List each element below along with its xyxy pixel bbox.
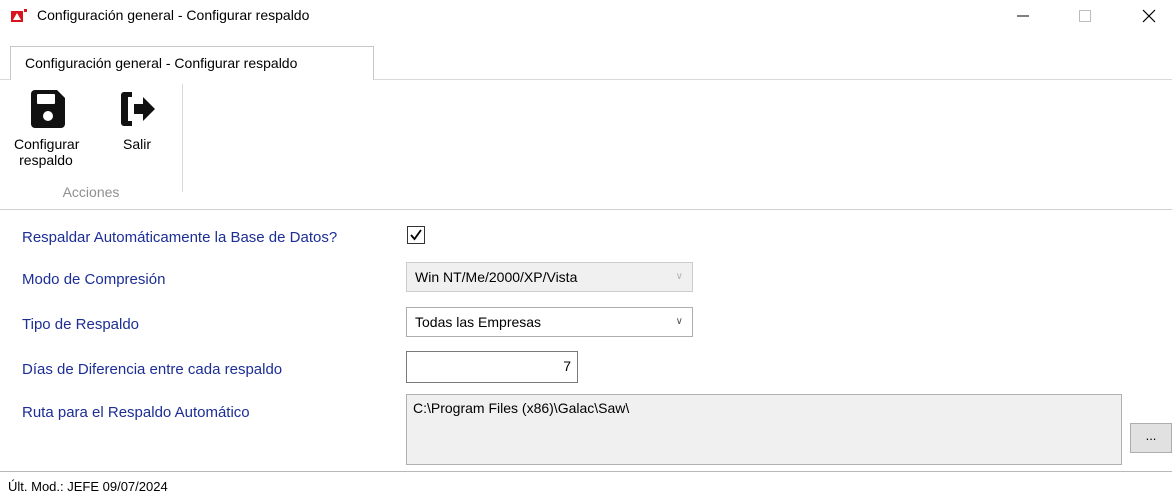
chevron-down-icon: ∨	[675, 316, 683, 327]
exit-label: Salir	[122, 136, 151, 152]
path-label: Ruta para el Respaldo Automático	[22, 404, 250, 421]
title-bar: Configuración general - Configurar respa…	[0, 0, 1172, 32]
maximize-button[interactable]	[1062, 0, 1108, 32]
ribbon: Configurar respaldo Salir Acciones	[0, 80, 1172, 210]
exit-button[interactable]: Salir	[112, 88, 162, 152]
auto-backup-checkbox[interactable]	[407, 226, 425, 244]
backup-type-select[interactable]: Todas las Empresas ∨	[406, 307, 693, 337]
maximize-icon	[1079, 10, 1091, 22]
compression-label: Modo de Compresión	[22, 271, 166, 288]
backup-type-label: Tipo de Respaldo	[22, 316, 140, 333]
close-button[interactable]	[1126, 0, 1172, 32]
configure-backup-label-1: Configurar	[14, 136, 80, 152]
backup-type-value: Todas las Empresas	[415, 314, 542, 330]
configure-backup-label-2: respaldo	[19, 152, 73, 168]
ribbon-divider	[0, 209, 1172, 210]
checkmark-icon	[410, 229, 422, 241]
close-icon	[1142, 9, 1156, 23]
minimize-button[interactable]	[1000, 0, 1046, 32]
floppy-disk-icon	[31, 90, 65, 128]
tab-configurar-respaldo[interactable]: Configuración general - Configurar respa…	[10, 46, 374, 80]
status-bar-divider	[0, 471, 1172, 472]
auto-backup-label: Respaldar Automáticamente la Base de Dat…	[22, 229, 338, 246]
window-title: Configuración general - Configurar respa…	[37, 7, 310, 23]
days-value: 7	[563, 358, 571, 374]
app-logo-icon	[11, 9, 27, 23]
minimize-icon	[1017, 15, 1029, 17]
days-input[interactable]: 7	[406, 351, 578, 383]
backup-path-field[interactable]: C:\Program Files (x86)\Galac\Saw\	[406, 394, 1122, 465]
sign-out-icon	[121, 92, 155, 126]
ribbon-group-label: Acciones	[62, 184, 120, 200]
compression-select[interactable]: Win NT/Me/2000/XP/Vista ∨	[406, 262, 693, 292]
tab-label: Configuración general - Configurar respa…	[25, 55, 298, 71]
browse-button[interactable]: ...	[1130, 423, 1172, 453]
tab-strip: Configuración general - Configurar respa…	[0, 32, 1172, 80]
days-label: Días de Diferencia entre cada respaldo	[22, 361, 283, 378]
backup-path-value: C:\Program Files (x86)\Galac\Saw\	[413, 400, 630, 416]
compression-value: Win NT/Me/2000/XP/Vista	[415, 269, 578, 285]
status-text: Últ. Mod.: JEFE 09/07/2024	[8, 479, 168, 494]
ribbon-group-separator	[182, 84, 183, 192]
configure-backup-button[interactable]: Configurar respaldo	[14, 88, 80, 168]
chevron-down-icon: ∨	[675, 271, 683, 282]
